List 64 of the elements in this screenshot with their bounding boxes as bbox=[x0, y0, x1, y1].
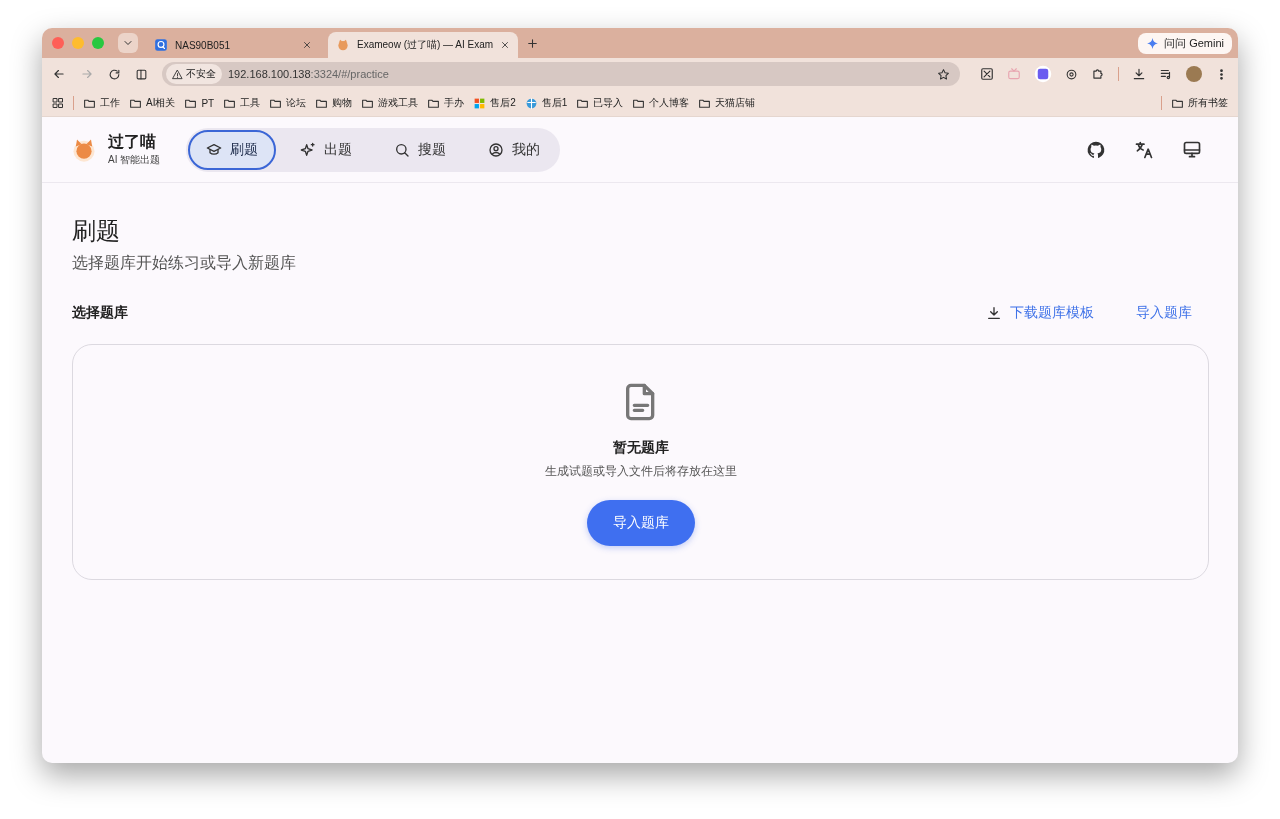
bookmark[interactable]: 游戏工具 bbox=[361, 96, 419, 110]
gemini-button[interactable]: 问问 Gemini bbox=[1138, 32, 1232, 54]
nav-tab[interactable]: 我的 bbox=[470, 129, 559, 170]
bookmark[interactable]: 个人博客 bbox=[632, 96, 690, 110]
window-control-dot[interactable] bbox=[72, 37, 84, 49]
nav-tab[interactable]: 出题 bbox=[282, 129, 371, 170]
empty-description: 生成试题或导入文件后将存放在这里 bbox=[544, 463, 737, 480]
window-control-dot[interactable] bbox=[52, 37, 64, 49]
security-chip[interactable]: 不安全 bbox=[166, 64, 222, 84]
browser-tab[interactable]: NAS90B051 bbox=[146, 32, 320, 58]
translate-icon[interactable] bbox=[1134, 139, 1154, 160]
bookmark[interactable]: 论坛 bbox=[269, 96, 307, 110]
back-arrow-icon[interactable] bbox=[52, 67, 66, 81]
address-bar[interactable]: 不安全 192.168.100.138:3324/#/practice bbox=[162, 62, 960, 86]
bookmark[interactable]: 售后2 bbox=[473, 96, 516, 110]
bookmark[interactable]: AI相关 bbox=[129, 96, 176, 110]
search-icon bbox=[394, 141, 411, 158]
bookmark[interactable]: 已导入 bbox=[576, 96, 624, 110]
url-text: 192.168.100.138:3324/#/practice bbox=[228, 68, 390, 80]
sparkle-icon bbox=[300, 141, 317, 158]
page-title: 刷题 bbox=[72, 216, 121, 246]
import-link[interactable]: 导入题库 bbox=[1136, 304, 1192, 322]
download-icon[interactable] bbox=[1132, 67, 1146, 81]
bookmark[interactable]: 工具 bbox=[223, 96, 261, 110]
nav-tab[interactable]: 搜题 bbox=[376, 129, 465, 170]
bookmark[interactable]: 天猫店铺 bbox=[698, 96, 756, 110]
tab-title: NAS90B051 bbox=[175, 39, 232, 51]
download-icon bbox=[986, 305, 1002, 321]
all-bookmarks[interactable]: 所有书签 bbox=[1171, 96, 1228, 110]
nav-tab[interactable]: 刷题 bbox=[188, 129, 277, 170]
page-subtitle: 选择题库开始练习或导入新题库 bbox=[72, 253, 297, 273]
search-app-icon bbox=[154, 38, 168, 52]
bookmark[interactable]: PT bbox=[184, 96, 215, 110]
globe-icon bbox=[524, 96, 538, 110]
plus-icon[interactable] bbox=[526, 36, 540, 50]
browser-tab[interactable]: Exameow (过了喵) — AI Exam bbox=[328, 32, 519, 58]
four-squares-icon bbox=[473, 96, 487, 110]
bookmark[interactable]: 工作 bbox=[83, 96, 120, 110]
empty-title: 暂无题库 bbox=[612, 439, 669, 457]
bookmark[interactable]: 售后1 bbox=[524, 96, 568, 110]
app-tagline: AI 智能出题 bbox=[108, 153, 161, 167]
bookmark[interactable]: 购物 bbox=[315, 96, 353, 110]
download-template-link[interactable]: 下载题库模板 bbox=[986, 304, 1094, 322]
monitor-icon[interactable] bbox=[1182, 139, 1202, 160]
window-control-dot[interactable] bbox=[92, 37, 104, 49]
graduation-cap-icon bbox=[206, 141, 223, 158]
apps-grid-icon[interactable] bbox=[52, 97, 64, 109]
close-icon[interactable] bbox=[302, 40, 312, 50]
bookmark[interactable]: 手办 bbox=[427, 96, 465, 110]
warning-icon bbox=[172, 68, 183, 80]
user-icon bbox=[488, 141, 505, 158]
side-panel-icon[interactable] bbox=[135, 67, 148, 81]
tab-title: Exameow (过了喵) — AI Exam bbox=[357, 38, 494, 52]
close-icon[interactable] bbox=[500, 40, 511, 50]
star-icon[interactable] bbox=[937, 67, 950, 81]
reload-icon[interactable] bbox=[108, 67, 121, 81]
section-label: 选择题库 bbox=[72, 304, 128, 322]
sparkle-icon bbox=[1146, 36, 1160, 50]
profile-avatar[interactable] bbox=[1186, 66, 1202, 82]
cat-face-icon bbox=[336, 38, 350, 52]
import-button[interactable]: 导入题库 bbox=[586, 500, 695, 546]
playlist-icon[interactable] bbox=[1159, 67, 1173, 81]
app-name: 过了喵 bbox=[108, 132, 157, 152]
github-icon[interactable] bbox=[1086, 139, 1106, 160]
